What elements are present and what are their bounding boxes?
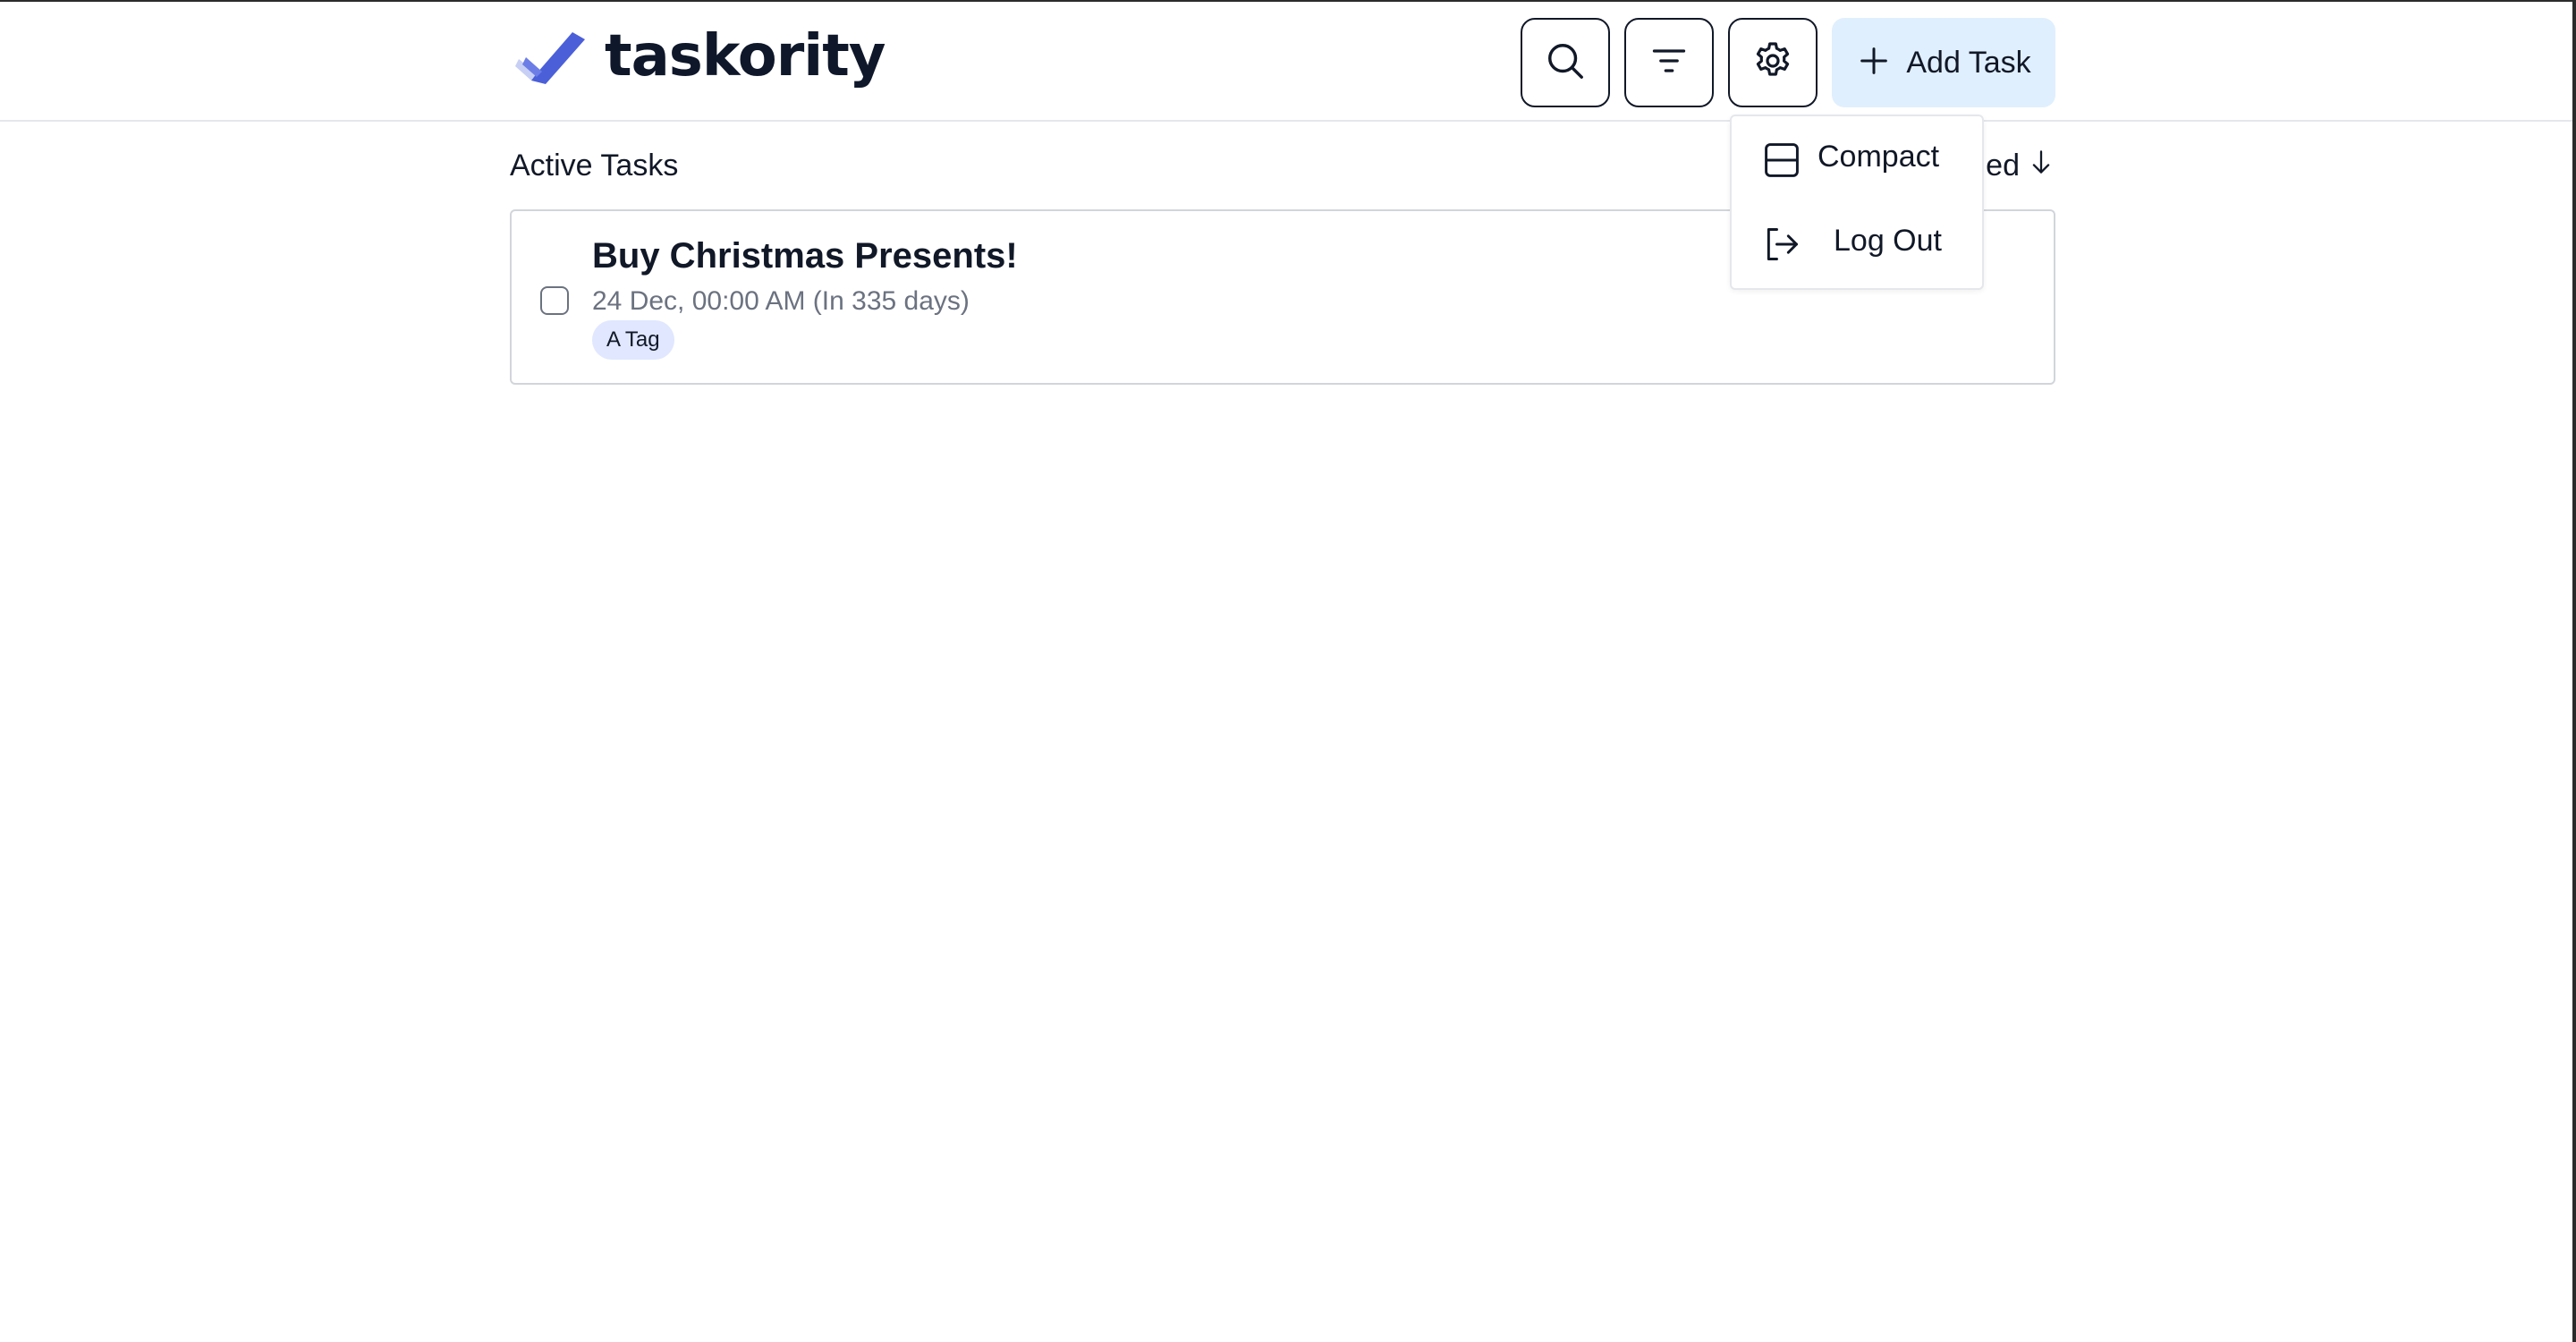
task-tag[interactable]: A Tag bbox=[592, 320, 674, 360]
plus-icon bbox=[1856, 43, 1892, 83]
logout-icon bbox=[1762, 225, 1801, 264]
menu-item-logout-label: Log Out bbox=[1834, 224, 1942, 258]
gear-icon bbox=[1751, 39, 1794, 87]
task-title: Buy Christmas Presents! bbox=[592, 236, 1018, 276]
search-button[interactable] bbox=[1521, 18, 1610, 107]
section-title: Active Tasks bbox=[510, 149, 679, 183]
arrow-down-icon bbox=[2029, 149, 2054, 183]
layout-compact-icon bbox=[1762, 140, 1801, 180]
add-task-button[interactable]: Add Task bbox=[1832, 18, 2055, 107]
window-edge bbox=[2572, 0, 2576, 1342]
sort-label: ed bbox=[1986, 149, 2020, 183]
filter-button[interactable] bbox=[1624, 18, 1714, 107]
search-icon bbox=[1545, 40, 1586, 86]
checkmark-logo-icon bbox=[515, 27, 587, 86]
menu-item-compact-label: Compact bbox=[1818, 140, 1940, 174]
settings-dropdown-menu: Compact Log Out bbox=[1730, 115, 1984, 290]
app-logo[interactable]: taskority bbox=[515, 27, 886, 86]
top-header: taskority Add Task bbox=[0, 2, 2572, 122]
filter-icon bbox=[1649, 41, 1689, 85]
app-window: taskority Add Task Active Tasks ed Buy C… bbox=[0, 0, 2572, 1342]
sort-button[interactable]: ed bbox=[1986, 149, 2054, 183]
menu-item-compact[interactable]: Compact bbox=[1732, 118, 1982, 199]
settings-button[interactable] bbox=[1728, 18, 1818, 107]
app-name: taskority bbox=[605, 23, 886, 89]
menu-item-logout[interactable]: Log Out bbox=[1732, 202, 1982, 283]
task-due-date: 24 Dec, 00:00 AM (In 335 days) bbox=[592, 286, 970, 316]
task-complete-checkbox[interactable] bbox=[540, 286, 569, 315]
add-task-label: Add Task bbox=[1906, 45, 2031, 80]
